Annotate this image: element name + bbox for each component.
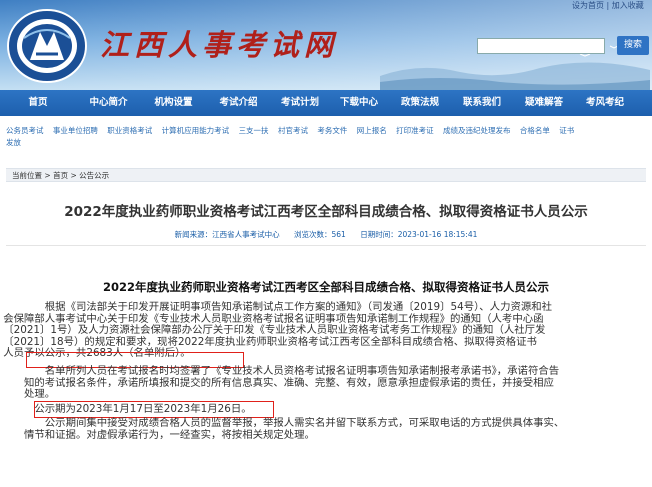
subnav-item[interactable]: 计算机应用能力考试 (162, 124, 230, 137)
main-nav: 首页 中心简介 机构设置 考试介绍 考试计划 下载中心 政策法规 联系我们 疑难… (0, 90, 652, 116)
nav-item-policies[interactable]: 政策法规 (389, 90, 451, 116)
view-count: 浏览次数：561 (294, 230, 346, 239)
add-favorite-link[interactable]: 加入收藏 (612, 1, 644, 10)
news-source: 新闻来源：江西省人事考试中心 (174, 230, 280, 239)
paragraph-line: 名单所列人员在考试报名时均签署了《专业技术人员资格考试报名证明事项告知承诺制报考… (44, 365, 560, 377)
subnav-item[interactable]: 职业资格考试 (107, 124, 152, 137)
subnav-item[interactable]: 网上报名 (357, 124, 387, 137)
divider (6, 245, 646, 246)
publish-date: 日期时间：2023-01-16 18:15:41 (360, 230, 478, 239)
nav-item-home[interactable]: 首页 (0, 90, 76, 116)
nav-item-downloads[interactable]: 下载中心 (329, 90, 389, 116)
article-meta: 新闻来源：江西省人事考试中心 浏览次数：561 日期时间：2023-01-16 … (0, 229, 652, 240)
search-button[interactable]: 搜索 (617, 36, 649, 55)
paragraph-line: 公示期间集中接受对成绩合格人员的监督举报，举报人需实名并留下联系方式，可采取电话… (44, 417, 565, 429)
breadcrumb-announcements-link[interactable]: 公告公示 (79, 171, 109, 180)
content-title: 2022年度执业药师职业资格考试江西考区全部科目成绩合格、拟取得资格证书人员公示 (102, 280, 549, 294)
subnav-item[interactable]: 考务文件 (317, 124, 347, 137)
subnav-item[interactable]: 打印准考证 (396, 124, 434, 137)
breadcrumb-prefix: 当前位置 (12, 171, 42, 180)
breadcrumb-home-link[interactable]: 首页 (53, 171, 68, 180)
paragraph-supervision: 公示期间集中接受对成绩合格人员的监督举报，举报人需实名并留下联系方式，可采取电话… (24, 417, 636, 441)
paragraph-line: 知的考试报名条件，承诺所填报和提交的所有信息真实、准确、完整、有效，愿意承担虚假… (24, 376, 554, 389)
top-links: 设为首页 | 加入收藏 (572, 0, 644, 11)
nav-item-contact[interactable]: 联系我们 (451, 90, 513, 116)
set-homepage-link[interactable]: 设为首页 (572, 1, 604, 10)
nav-item-exam-intro[interactable]: 考试介绍 (206, 90, 271, 116)
page-title: 2022年度执业药师职业资格考试江西考区全部科目成绩合格、拟取得资格证书人员公示 (64, 204, 588, 220)
paragraph-line: 情节和证据。对虚假承诺行为，一经查实，将按相关规定处理。 (24, 428, 315, 441)
nav-item-about[interactable]: 中心简介 (76, 90, 141, 116)
subnav-item[interactable]: 证书 (559, 124, 574, 137)
paragraph-line: 根据《司法部关于印发开展证明事项告知承诺制试点工作方案的通知》（司发通〔2019… (44, 301, 553, 313)
breadcrumb-separator: > (44, 171, 51, 180)
subnav-item[interactable]: 事业单位招聘 (53, 124, 98, 137)
nav-item-exam-plan[interactable]: 考试计划 (271, 90, 329, 116)
nav-item-faq[interactable]: 疑难解答 (513, 90, 575, 116)
logo-emblem (7, 9, 87, 83)
subnav-item[interactable]: 村官考试 (278, 124, 308, 137)
paragraph-line: 处理。 (24, 388, 56, 401)
subnav-item[interactable]: 成绩及违纪处理发布 (443, 124, 511, 137)
subnav-item[interactable]: 三支一扶 (239, 124, 269, 137)
sub-nav: 公务员考试 事业单位招聘 职业资格考试 计算机应用能力考试 三支一扶 村官考试 … (0, 120, 652, 154)
top-links-separator: | (606, 1, 610, 10)
search-input[interactable] (477, 38, 605, 54)
site-title: 江西人事考试网 (100, 28, 339, 62)
nav-item-discipline[interactable]: 考风考纪 (575, 90, 635, 116)
subnav-item[interactable]: 发放 (6, 136, 21, 149)
breadcrumb-separator: > (70, 171, 77, 180)
header-banner: 江西人事考试网 设为首页 | 加入收藏 搜索 (0, 0, 652, 90)
highlight-box-period (34, 401, 274, 418)
nav-item-organization[interactable]: 机构设置 (141, 90, 206, 116)
breadcrumb: 当前位置 > 首页 > 公告公示 (6, 168, 646, 182)
subnav-item[interactable]: 合格名单 (520, 124, 550, 137)
